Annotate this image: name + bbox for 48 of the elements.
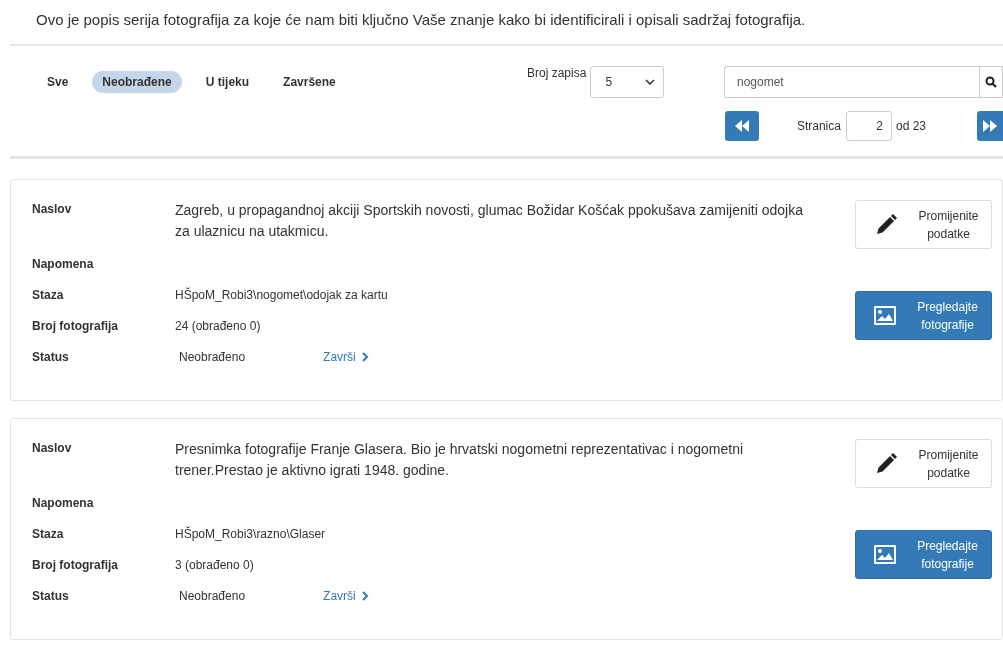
- field-value: 3 (obrađeno 0): [175, 557, 255, 574]
- pencil-icon: [874, 451, 898, 476]
- series-title: Presnimka fotografije Franje Glasera. Bio je hrvatski nogometni reprezentativac i nogometni trener.Prestao je aktivno igrati 1948. godine.: [175, 440, 745, 480]
- edit-button[interactable]: Promijenite podatke: [855, 439, 992, 488]
- series-title: Zagreb, u propagandnoj akciji Sportskih novosti, glumac Božidar Košćak ppokušava zamijeniti odojka za ulaznicu na utakmicu.: [175, 201, 804, 241]
- chevron-right-icon: [361, 591, 369, 601]
- edit-button[interactable]: Promijenite podatke: [855, 200, 992, 249]
- finish-link[interactable]: Završi: [323, 589, 369, 603]
- view-photos-button[interactable]: Pregledajte fotografije: [855, 291, 992, 340]
- finish-link[interactable]: Završi: [323, 350, 369, 364]
- page-size-select[interactable]: 5: [590, 66, 664, 98]
- field-label: Napomena: [32, 495, 95, 512]
- pencil-icon: [874, 212, 898, 237]
- previous-page-button[interactable]: [724, 111, 759, 141]
- field-label: Staza: [32, 526, 65, 543]
- field-label: Broj fotografija: [32, 557, 119, 574]
- field-label: Naslov: [32, 440, 73, 457]
- field-label: Staza: [32, 287, 65, 304]
- view-photos-button[interactable]: Pregledajte fotografije: [855, 530, 992, 579]
- field-label: Status: [32, 349, 70, 366]
- field-value: Neobrađeno: [179, 588, 246, 605]
- field-value: HŠpoM_Robi3\nogomet\odojak za kartu: [175, 286, 389, 304]
- chevron-down-icon: [645, 79, 655, 85]
- field-label: Broj fotografija: [32, 318, 119, 335]
- double-left-icon: [734, 120, 749, 132]
- field-label: Status: [32, 588, 70, 605]
- image-icon: [874, 545, 896, 564]
- field-value: 24 (obrađeno 0): [175, 318, 262, 335]
- filter-tab[interactable]: Završene: [273, 71, 346, 93]
- page-total: od 23: [895, 119, 926, 133]
- field-value: Neobrađeno: [179, 349, 246, 366]
- page-label: Stranica: [796, 119, 841, 133]
- image-icon: [874, 306, 896, 325]
- chevron-right-icon: [361, 352, 369, 362]
- page-number-field[interactable]: 2: [845, 111, 892, 141]
- double-right-icon: [983, 120, 997, 132]
- filter-tab[interactable]: Neobrađene: [92, 71, 182, 93]
- filter-tab[interactable]: U tijeku: [195, 71, 260, 93]
- search-field[interactable]: nogomet: [724, 66, 979, 98]
- filter-tab[interactable]: Sve: [37, 71, 79, 93]
- page-size-label: Broj zapisa: [527, 66, 587, 80]
- field-label: Naslov: [32, 201, 73, 218]
- search-button[interactable]: [979, 66, 1003, 98]
- next-page-button[interactable]: [977, 111, 1003, 141]
- field-value: HŠpoM_Robi3\razno\Glaser: [175, 525, 327, 543]
- search-icon: [985, 76, 997, 88]
- intro-text: Ovo je popis serija fotografija za koje će nam biti ključno Vaše znanje kako bi identificirali i opisali sadržaj fotografija.: [36, 10, 807, 30]
- field-label: Napomena: [32, 256, 95, 273]
